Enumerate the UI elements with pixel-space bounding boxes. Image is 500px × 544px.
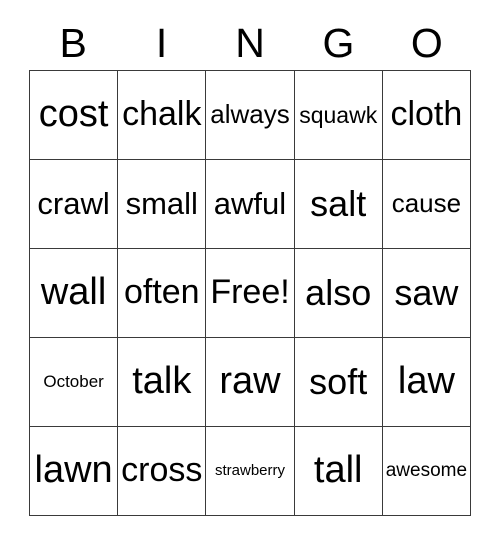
bingo-cell-r5c3[interactable]: strawberry [206, 427, 295, 516]
bingo-header-letter-i: I [155, 19, 168, 66]
bingo-cell-r3c2[interactable]: often [118, 249, 207, 338]
bingo-cell-r5c5[interactable]: awesome [382, 427, 471, 516]
bingo-cell-label: also [305, 272, 372, 314]
bingo-grid: cost chalk always squawk cloth crawl sma… [29, 70, 471, 516]
bingo-cell-label: often [123, 273, 200, 312]
bingo-cell-r5c2[interactable]: cross [118, 427, 207, 516]
bingo-cell-r2c1[interactable]: crawl [30, 160, 119, 249]
bingo-cell-label: cause [391, 188, 462, 219]
bingo-cell-r4c5[interactable]: law [382, 338, 471, 427]
bingo-cell-label: tall [313, 449, 363, 492]
bingo-cell-label: talk [132, 360, 192, 403]
bingo-cell-label: small [125, 185, 198, 221]
bingo-cell-label: saw [394, 272, 459, 314]
bingo-cell-label: squawk [299, 101, 378, 128]
bingo-cell-label: raw [219, 360, 281, 403]
bingo-cell-label: strawberry [214, 462, 285, 480]
bingo-header-letter-n: N [235, 19, 265, 66]
bingo-cell-r1c4[interactable]: squawk [294, 71, 383, 160]
bingo-cell-label: lawn [34, 449, 113, 492]
bingo-header-letter-o: O [410, 19, 443, 66]
bingo-card: B I N G O cost chalk always squawk cloth… [0, 0, 500, 544]
bingo-cell-r4c1[interactable]: October [30, 338, 119, 427]
bingo-cell-r3c4[interactable]: also [294, 249, 383, 338]
bingo-cell-r1c5[interactable]: cloth [382, 71, 471, 160]
bingo-cell-r1c2[interactable]: chalk [118, 71, 207, 160]
bingo-cell-label: law [397, 360, 455, 403]
bingo-cell-r2c4[interactable]: salt [294, 160, 383, 249]
bingo-cell-r2c5[interactable]: cause [382, 160, 471, 249]
bingo-cell-r2c3[interactable]: awful [206, 160, 295, 249]
bingo-cell-label: wall [40, 271, 107, 314]
bingo-cell-r1c3[interactable]: always [206, 71, 295, 160]
bingo-cell-r3c5[interactable]: saw [382, 249, 471, 338]
bingo-cell-label: cost [38, 93, 109, 136]
bingo-cell-label: always [210, 99, 290, 130]
bingo-cell-r3c1[interactable]: wall [30, 249, 119, 338]
bingo-cell-r5c1[interactable]: lawn [30, 427, 119, 516]
bingo-cell-label: October [43, 372, 104, 392]
bingo-cell-r1c1[interactable]: cost [30, 71, 119, 160]
bingo-cell-r4c2[interactable]: talk [118, 338, 207, 427]
bingo-cell-label: cloth [390, 95, 463, 134]
bingo-cell-r5c4[interactable]: tall [294, 427, 383, 516]
bingo-cell-label: soft [309, 361, 368, 403]
bingo-cell-r4c3[interactable]: raw [206, 338, 295, 427]
bingo-cell-label: cross [121, 451, 203, 490]
bingo-cell-r4c4[interactable]: soft [294, 338, 383, 427]
bingo-cell-label: salt [310, 183, 367, 225]
bingo-cell-label: crawl [37, 185, 110, 221]
bingo-header-row: B I N G O [29, 16, 471, 70]
bingo-header-letter-g: G [322, 19, 355, 66]
bingo-cell-label: awful [213, 185, 287, 221]
bingo-cell-free-space[interactable]: Free! [206, 249, 295, 338]
bingo-cell-r2c2[interactable]: small [118, 160, 207, 249]
bingo-header-letter-b: B [59, 19, 87, 66]
bingo-cell-label: chalk [122, 95, 202, 134]
bingo-cell-label: awesome [385, 460, 468, 482]
bingo-free-space-label: Free! [210, 273, 290, 312]
